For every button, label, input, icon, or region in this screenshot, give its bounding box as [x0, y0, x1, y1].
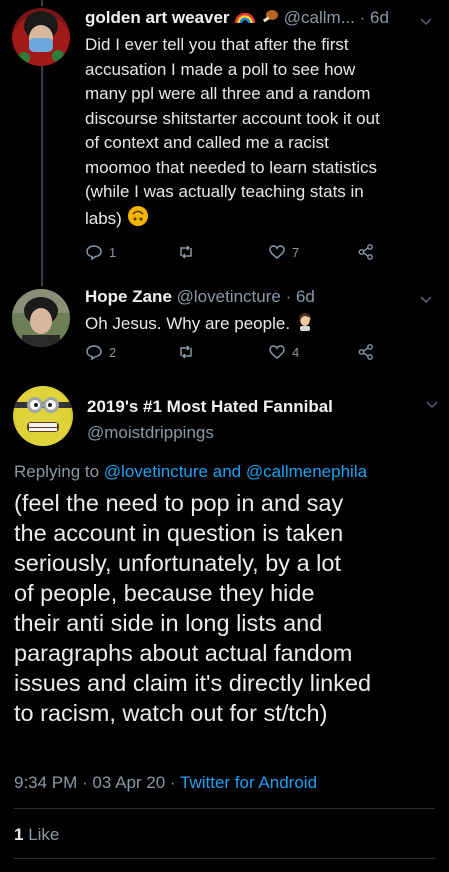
- handle[interactable]: @moistdrippings: [87, 423, 214, 442]
- mention-callmenephila[interactable]: @callmenephila: [246, 462, 367, 481]
- chevron-down-icon[interactable]: [419, 292, 433, 306]
- timestamp[interactable]: · 6d: [360, 8, 389, 27]
- reply-count: 2: [109, 344, 117, 360]
- handle[interactable]: @lovetincture: [177, 287, 281, 306]
- like-count: 4: [292, 344, 300, 360]
- share-button[interactable]: [357, 343, 375, 361]
- tweet-1[interactable]: golden art weaver @callm... · 6d Did I e…: [0, 0, 449, 280]
- likes-label: Like: [28, 825, 60, 844]
- tweet-2[interactable]: Hope Zane @lovetincture · 6d Oh Jesus. W…: [0, 280, 449, 375]
- chevron-down-icon[interactable]: [425, 397, 439, 411]
- like-count: 7: [292, 244, 300, 260]
- drumstick-emoji: [261, 8, 279, 29]
- retweet-icon: [180, 245, 192, 259]
- share-icon: [358, 344, 373, 360]
- tweet-text: Oh Jesus. Why are people.: [85, 311, 440, 339]
- upside-down-face-emoji: [127, 205, 149, 235]
- like-button[interactable]: 7: [268, 243, 299, 261]
- timestamp: 9:34 PM · 03 Apr 20 · Twitter for Androi…: [14, 773, 317, 793]
- avatar[interactable]: [12, 8, 70, 66]
- woman-facepalming-emoji: [295, 311, 315, 339]
- replying-to: Replying to @lovetincture and @callmenep…: [14, 462, 368, 481]
- avatar-image: [13, 386, 73, 446]
- retweet-button[interactable]: [177, 343, 201, 361]
- like-button[interactable]: 4: [268, 343, 299, 361]
- retweet-button[interactable]: [177, 243, 201, 261]
- mention-lovetincture[interactable]: @lovetincture: [104, 462, 208, 481]
- retweet-icon: [180, 345, 192, 359]
- avatar-image: [12, 289, 70, 347]
- likes-summary[interactable]: 1 Like: [14, 825, 59, 845]
- display-name[interactable]: Hope Zane: [85, 287, 172, 306]
- client-link[interactable]: Twitter for Android: [180, 773, 317, 792]
- handle[interactable]: @callm...: [284, 8, 355, 27]
- share-button[interactable]: [357, 243, 375, 261]
- action-bar: 1 7: [85, 243, 385, 265]
- reply-icon: [86, 345, 102, 361]
- tweet-time[interactable]: 9:34 PM · 03 Apr 20 ·: [14, 773, 176, 792]
- tweet-text: Did I ever tell you that after the first…: [85, 33, 440, 234]
- display-name[interactable]: golden art weaver: [85, 8, 230, 27]
- focused-tweet: 2019's #1 Most Hated Fannibal @moistdrip…: [0, 375, 449, 872]
- display-name[interactable]: 2019's #1 Most Hated Fannibal: [87, 397, 333, 416]
- reply-button[interactable]: 1: [85, 243, 116, 261]
- divider: [14, 858, 435, 859]
- tweet-text: (feel the need to pop in and say the acc…: [14, 490, 372, 726]
- reply-button[interactable]: 2: [85, 343, 116, 361]
- avatar[interactable]: [13, 386, 73, 446]
- avatar[interactable]: [12, 289, 70, 347]
- reply-count: 1: [109, 244, 117, 260]
- share-icon: [358, 244, 373, 260]
- avatar-image: [12, 8, 70, 66]
- likes-count: 1: [14, 825, 24, 844]
- heart-icon: [269, 345, 285, 359]
- action-bar: 2 4: [85, 343, 385, 365]
- heart-icon: [269, 245, 285, 259]
- reply-icon: [86, 245, 102, 261]
- rainbow-emoji: [234, 8, 256, 29]
- timestamp[interactable]: · 6d: [286, 287, 315, 306]
- divider: [14, 808, 435, 809]
- chevron-down-icon[interactable]: [419, 14, 433, 28]
